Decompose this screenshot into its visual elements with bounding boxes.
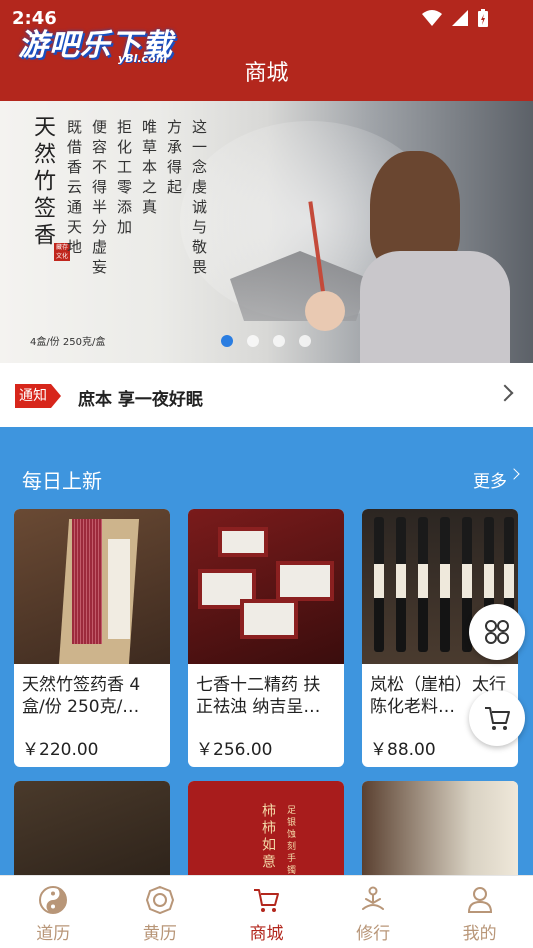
nav-label: 黄历 — [142, 924, 177, 944]
pagination-dot[interactable] — [273, 335, 285, 347]
nav-label: 道历 — [36, 924, 71, 944]
grid-icon — [485, 620, 509, 644]
more-link[interactable]: 更多 — [473, 467, 507, 492]
poem-line: 方承得起 — [165, 119, 183, 199]
product-price: ￥220.00 — [22, 740, 99, 760]
nav-item-daoli[interactable]: 道历 — [0, 876, 107, 948]
product-name: 七香十二精药 扶正祛浊 纳吉呈… — [196, 675, 321, 717]
app-header: 2:46 游吧乐下载 yBl.com 商城 — [0, 0, 533, 101]
poem-line: 唯草本之真 — [140, 119, 158, 219]
banner-woman-figure — [350, 131, 510, 363]
product-card[interactable]: 天然竹签药香 4盒/份 250克/… ￥220.00 — [14, 509, 170, 767]
banner-caption: 4盒/份 250克/盒 — [30, 337, 106, 348]
product-image-text: 柿柿如意 — [260, 803, 276, 871]
poem-line: 这一念虔诚与敬畏 — [190, 119, 208, 279]
poem-line: 便容不得半分虚妄 — [90, 119, 108, 279]
notice-bar[interactable]: 通知 庶本 享一夜好眠 — [0, 363, 533, 427]
status-icons — [421, 8, 489, 28]
chevron-right-icon — [508, 468, 520, 480]
nav-item-huangli[interactable]: 黄历 — [107, 876, 214, 948]
product-image — [14, 509, 170, 664]
category-fab[interactable] — [469, 604, 525, 660]
notice-tag: 通知 — [15, 384, 61, 408]
pagination-dot[interactable] — [299, 335, 311, 347]
poem-line: 既借香云通天地 — [65, 119, 83, 259]
page-title: 商城 — [244, 61, 289, 86]
pagination-dot[interactable] — [247, 335, 259, 347]
nav-item-practice[interactable]: 修行 — [320, 876, 427, 948]
meditation-icon — [362, 886, 385, 910]
wifi-icon — [422, 10, 442, 26]
yin-yang-icon — [39, 886, 68, 914]
bottom-nav: 道历 黄历 商城 修行 我的 — [0, 875, 533, 948]
notice-text: 庶本 享一夜好眠 — [78, 390, 203, 410]
promo-banner[interactable]: 天然竹签香 藏存文化 这一念虔诚与敬畏 方承得起 唯草本之真 拒化工零添加 便容… — [0, 101, 533, 363]
banner-pagination — [221, 335, 311, 347]
nav-label: 商城 — [249, 924, 284, 944]
chevron-right-icon — [496, 384, 514, 402]
product-card[interactable]: 七香十二精药 扶正祛浊 纳吉呈… ￥256.00 — [188, 509, 344, 767]
nav-label: 修行 — [356, 924, 391, 944]
user-icon — [467, 887, 492, 913]
product-name: 天然竹签药香 4盒/份 250克/… — [22, 675, 141, 717]
cart-icon — [254, 889, 280, 912]
cart-fab[interactable] — [469, 690, 525, 746]
product-price: ￥256.00 — [196, 740, 273, 760]
pagination-dot-active[interactable] — [221, 335, 233, 347]
poem-line: 拒化工零添加 — [115, 119, 133, 239]
banner-hand — [305, 291, 345, 331]
product-image — [188, 509, 344, 664]
nav-item-shop[interactable]: 商城 — [213, 876, 320, 948]
bagua-icon — [145, 885, 174, 915]
product-image-subtext: 足银蚀刻手镯 — [285, 805, 295, 877]
daily-new-section: 每日上新 更多 天然竹签药香 4盒/份 250克/… ￥220.00 七香十二精… — [0, 427, 533, 901]
banner-title: 天然竹签香 — [30, 115, 55, 250]
battery-icon — [478, 9, 488, 27]
cart-icon — [485, 707, 510, 730]
section-title: 每日上新 — [22, 469, 102, 493]
nav-label: 我的 — [462, 924, 497, 944]
banner-poem: 这一念虔诚与敬畏 方承得起 唯草本之真 拒化工零添加 便容不得半分虚妄 既借香云… — [65, 119, 208, 279]
signal-icon — [452, 10, 468, 26]
nav-item-mine[interactable]: 我的 — [426, 876, 533, 948]
